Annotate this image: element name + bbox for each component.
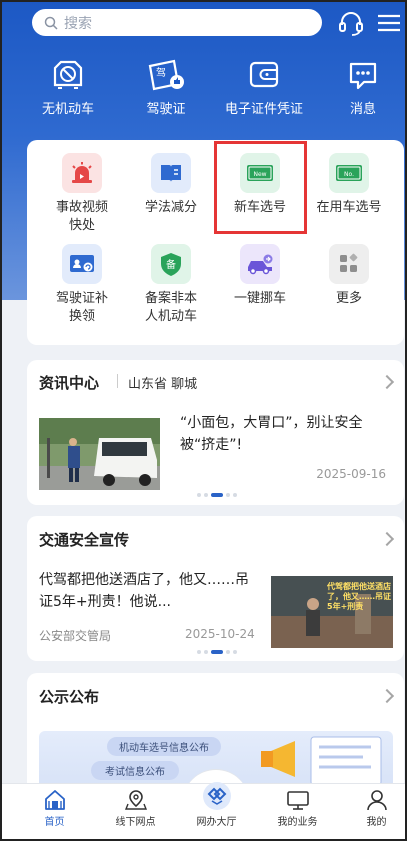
safety-headline[interactable]: 代驾都把他送酒店了，他又……吊证5年+刑责！他说...	[39, 569, 261, 613]
service-label: 在用车选号	[316, 200, 382, 215]
svg-text:驾: 驾	[156, 67, 166, 79]
menu-icon[interactable]	[374, 8, 404, 38]
news-thumbnail	[39, 418, 160, 490]
quick-label: 驾驶证	[146, 102, 186, 117]
license-icon: 驾	[148, 59, 184, 91]
service-license-renew[interactable]: 驾驶证补 换领	[37, 244, 127, 326]
svg-text:备: 备	[166, 258, 176, 271]
service-label: 一键挪车	[233, 291, 286, 306]
message-icon	[349, 62, 377, 90]
tab-label: 网办大厅	[196, 817, 237, 828]
quick-label: 电子证件凭证	[224, 102, 303, 117]
quick-label: 消息	[349, 102, 376, 117]
license-card-icon	[62, 244, 102, 284]
quick-label: 无机动车	[41, 102, 94, 117]
news-region[interactable]: 山东省 聊城	[128, 373, 197, 392]
search-icon	[44, 16, 58, 30]
service-label-line2: 人机动车	[144, 309, 197, 324]
tab-label: 线下网点	[115, 817, 156, 828]
move-car-icon	[240, 244, 280, 284]
tab-online-hall[interactable]: 网办大厅	[176, 781, 257, 828]
shield-icon: 备	[151, 244, 191, 284]
location-icon	[124, 790, 147, 810]
quick-license[interactable]: 驾 驾驶证	[116, 58, 216, 117]
safety-date: 2025-10-24	[185, 627, 255, 641]
carousel-dots	[197, 493, 237, 497]
chevron-right-icon[interactable]	[379, 374, 395, 390]
safety-source: 公安部交管局	[39, 629, 112, 643]
tab-label: 首页	[44, 817, 65, 828]
service-used-car-plate[interactable]: No. 在用车选号	[304, 153, 394, 217]
notice-chip[interactable]: 考试信息公布	[91, 761, 179, 780]
search-bar[interactable]: 搜索	[32, 9, 322, 36]
service-label-line2: 快处	[68, 218, 95, 233]
service-label-line2: 换领	[68, 309, 95, 324]
tab-home[interactable]: 首页	[14, 789, 95, 828]
divider	[117, 374, 118, 388]
safety-section-title: 交通安全宣传	[39, 531, 130, 549]
service-register-vehicle[interactable]: 备 备案非本 人机动车	[126, 244, 216, 326]
service-label: 更多	[335, 291, 362, 306]
siren-icon	[62, 153, 102, 193]
wallet-icon	[249, 61, 279, 88]
quick-e-certificate[interactable]: 电子证件凭证	[214, 58, 314, 117]
service-move-car[interactable]: 一键挪车	[215, 244, 305, 308]
news-card[interactable]: 资讯中心 山东省 聊城 “小面包，大胃口”，别让安全被“挤走”! 2025-09…	[27, 360, 404, 505]
service-label: 驾驶证补	[55, 291, 108, 306]
chevron-right-icon[interactable]	[379, 531, 395, 547]
svg-text:No.: No.	[344, 171, 354, 178]
hall-icon	[202, 782, 231, 810]
service-accident-video[interactable]: 事故视频 快处	[37, 153, 127, 235]
highlight-box	[214, 141, 307, 234]
news-section-title: 资讯中心	[39, 374, 100, 392]
book-icon	[151, 153, 191, 193]
service-label: 事故视频	[55, 200, 108, 215]
headset-icon[interactable]	[336, 8, 366, 38]
notice-chip[interactable]: 机动车选号信息公布	[107, 737, 221, 756]
tab-mine[interactable]: 我的	[336, 789, 407, 828]
home-icon	[44, 790, 65, 810]
tab-my-business[interactable]: 我的业务	[257, 789, 338, 828]
safety-card[interactable]: 交通安全宣传 代驾都把他送酒店了，他又……吊证5年+刑责！他说... 公安部交管…	[27, 516, 404, 661]
more-icon	[329, 244, 369, 284]
news-date: 2025-09-16	[316, 467, 386, 481]
search-placeholder: 搜索	[64, 15, 92, 32]
no-vehicle-icon	[53, 60, 83, 89]
service-label: 备案非本	[144, 291, 197, 306]
news-headline[interactable]: “小面包，大胃口”，别让安全被“挤走”!	[180, 412, 392, 456]
frame-border-top	[0, 0, 407, 2]
megaphone-illustration	[261, 736, 382, 786]
carousel-dots	[197, 650, 237, 654]
notice-section-title: 公示公布	[39, 688, 100, 706]
plate-icon: No.	[329, 153, 369, 193]
tab-label: 我的	[366, 817, 387, 828]
thumbnail-caption: 代驾都把他送酒店了，他又……吊证5年+刑责	[327, 582, 391, 611]
monitor-icon	[286, 791, 309, 810]
tab-offline-outlets[interactable]: 线下网点	[95, 789, 176, 828]
service-study-deduct[interactable]: 学法减分	[126, 153, 216, 217]
service-label: 学法减分	[144, 200, 197, 215]
user-icon	[366, 790, 387, 811]
chevron-right-icon[interactable]	[379, 688, 395, 704]
tab-label: 我的业务	[277, 817, 318, 828]
service-more[interactable]: 更多	[304, 244, 394, 308]
quick-message[interactable]: 消息	[313, 58, 407, 117]
quick-no-vehicle[interactable]: 无机动车	[18, 58, 118, 117]
